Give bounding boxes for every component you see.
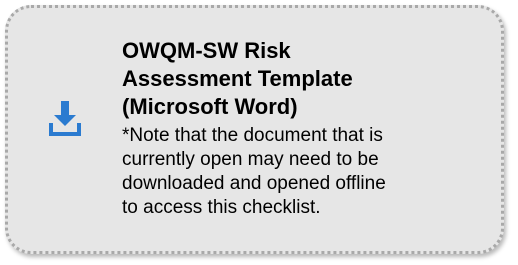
offline-note: *Note that the document that is currentl… [122,124,492,220]
note-line: downloaded and opened offline [122,173,386,194]
download-link-card[interactable]: OWQM-SW Risk Assessment Template (Micros… [5,5,504,254]
title-line: OWQM-SW Risk [122,38,291,63]
title-line: Assessment Template [122,66,353,91]
note-line: currently open may need to be [122,149,379,170]
download-icon[interactable] [47,101,83,137]
note-line: *Note that the document that is [122,125,383,146]
note-line: to access this checklist. [122,197,321,218]
title-line: (Microsoft Word) [122,94,298,119]
document-title-link[interactable]: OWQM-SW Risk Assessment Template (Micros… [122,37,492,121]
